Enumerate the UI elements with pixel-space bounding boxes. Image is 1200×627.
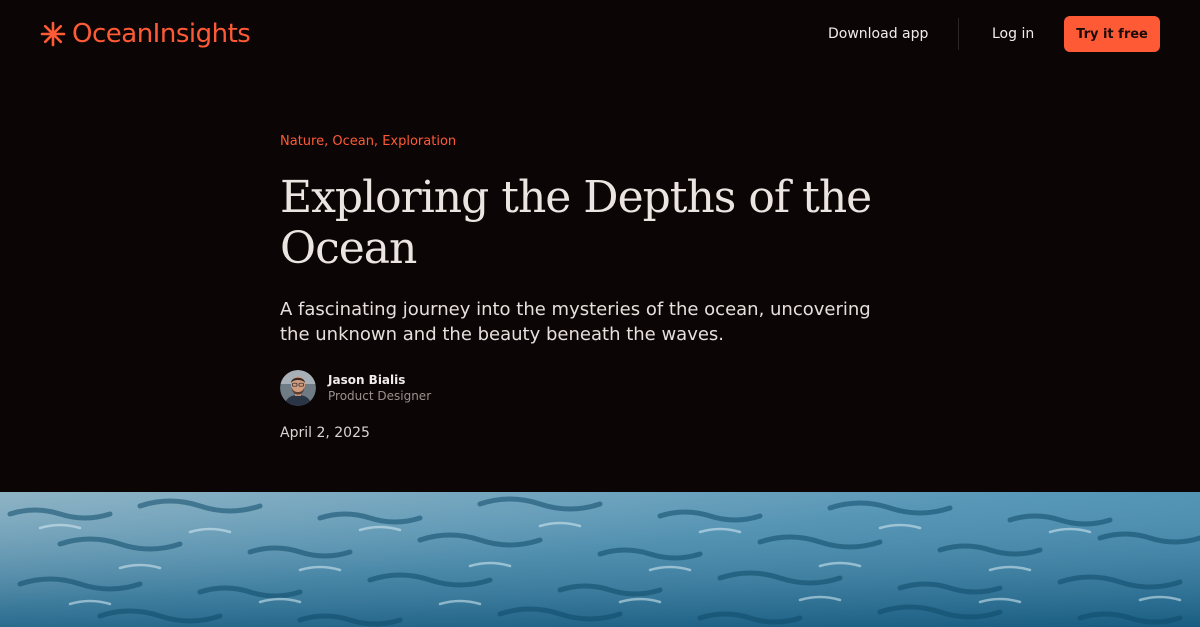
nav-divider <box>958 18 959 50</box>
author-meta: Jason Bialis Product Designer <box>328 372 431 404</box>
author-role: Product Designer <box>328 389 432 403</box>
publish-date: April 2, 2025 <box>280 425 370 441</box>
login-link[interactable]: Log in <box>992 24 1034 44</box>
article-title: Exploring the Depths of the Ocean <box>280 172 872 274</box>
try-free-button[interactable]: Try it free <box>1064 16 1160 52</box>
article-tags[interactable]: Nature, Ocean, Exploration <box>280 133 456 151</box>
download-app-link[interactable]: Download app <box>828 24 928 44</box>
logo-link[interactable]: OceanInsights <box>40 17 251 51</box>
author-name[interactable]: Jason Bialis <box>328 372 431 388</box>
asterisk-icon <box>40 21 66 47</box>
article-subtitle: A fascinating journey into the mysteries… <box>280 299 871 345</box>
avatar[interactable] <box>280 370 316 406</box>
logo-text: OceanInsights <box>72 19 251 49</box>
site-header: OceanInsights Download app Log in Try it… <box>0 0 1200 68</box>
ocean-hero-image <box>0 492 1200 627</box>
author-block: Jason Bialis Product Designer <box>280 370 431 406</box>
